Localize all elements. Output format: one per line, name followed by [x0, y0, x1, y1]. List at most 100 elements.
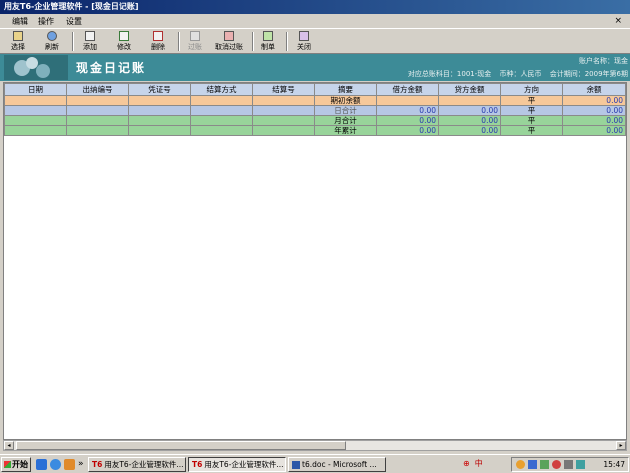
table-cell-balance[interactable]: 0.00: [562, 105, 626, 116]
table-cell[interactable]: [252, 95, 315, 106]
cancel-post-icon: [224, 31, 234, 41]
table-cell[interactable]: [128, 95, 191, 106]
table-cell[interactable]: [128, 115, 191, 126]
table-cell[interactable]: [4, 105, 67, 116]
table-row-monthly-total[interactable]: 月合计 0.00 0.00 平 0.00: [4, 115, 626, 126]
start-button[interactable]: 开始: [1, 457, 31, 472]
ime-mode-icon[interactable]: ⊕: [463, 459, 470, 468]
taskbar-item-t6[interactable]: T6 用友T6-企业管理软件...: [88, 457, 186, 472]
system-tray: 15:47: [511, 457, 629, 472]
column-header-date[interactable]: 日期: [4, 83, 67, 96]
table-cell-debit[interactable]: 0.00: [376, 125, 439, 136]
select-button[interactable]: 选择: [6, 31, 30, 53]
table-cell-debit[interactable]: [376, 95, 439, 106]
cancel-post-button[interactable]: 取消过账: [210, 31, 248, 53]
column-header-credit[interactable]: 贷方金额: [438, 83, 501, 96]
t6-app-icon: T6: [192, 460, 203, 469]
tray-qq-icon[interactable]: [516, 460, 525, 469]
table-cell[interactable]: [66, 115, 129, 126]
close-button[interactable]: 关闭: [292, 31, 316, 53]
start-label: 开始: [12, 460, 28, 469]
column-header-settlement-no[interactable]: 结算号: [252, 83, 315, 96]
column-header-debit[interactable]: 借方金额: [376, 83, 439, 96]
table-cell[interactable]: [4, 95, 67, 106]
refresh-button[interactable]: 刷新: [40, 31, 64, 53]
scroll-right-arrow-icon[interactable]: ▸: [616, 441, 626, 450]
table-cell[interactable]: [252, 105, 315, 116]
table-cell-debit[interactable]: 0.00: [376, 105, 439, 116]
table-row-yearly-total[interactable]: 年累计 0.00 0.00 平 0.00: [4, 125, 626, 136]
table-cell[interactable]: [190, 125, 253, 136]
taskbar-item-label: 用友T6-企业管理软件...: [204, 460, 284, 469]
toolbar: 选择 刷新 添加 修改 删除 过账 取消过账 制单 关闭: [0, 29, 630, 54]
internet-explorer-icon[interactable]: [50, 459, 61, 470]
table-cell-balance[interactable]: 0.00: [562, 125, 626, 136]
scroll-left-arrow-icon[interactable]: ◂: [4, 441, 14, 450]
edit-button[interactable]: 修改: [112, 31, 136, 53]
post-button-label: 过账: [188, 43, 202, 51]
table-cell-summary[interactable]: 月合计: [314, 115, 377, 126]
make-voucher-button[interactable]: 制单: [256, 31, 280, 53]
tray-volume-icon[interactable]: [564, 460, 573, 469]
table-cell[interactable]: [190, 105, 253, 116]
table-cell[interactable]: [4, 125, 67, 136]
table-cell-credit[interactable]: 0.00: [438, 115, 501, 126]
table-cell-direction[interactable]: 平: [500, 95, 563, 106]
clock[interactable]: 15:47: [603, 459, 625, 471]
table-cell-credit[interactable]: 0.00: [438, 105, 501, 116]
table-cell[interactable]: [66, 125, 129, 136]
horizontal-scrollbar[interactable]: ◂ ▸: [3, 440, 627, 451]
table-row-opening-balance[interactable]: 期初余额 平 0.00: [4, 95, 626, 106]
table-cell[interactable]: [252, 125, 315, 136]
table-cell[interactable]: [66, 105, 129, 116]
tray-antivirus-icon[interactable]: [552, 460, 561, 469]
table-cell-credit[interactable]: 0.00: [438, 125, 501, 136]
ime-chinese-label[interactable]: 中: [475, 459, 483, 468]
table-cell-direction[interactable]: 平: [500, 115, 563, 126]
tray-network-icon[interactable]: [528, 460, 537, 469]
tray-app-icon[interactable]: [540, 460, 549, 469]
taskbar-item-t6-active[interactable]: T6 用友T6-企业管理软件...: [188, 457, 286, 472]
table-row-daily-total[interactable]: 日合计 0.00 0.00 平 0.00: [4, 105, 626, 116]
add-button[interactable]: 添加: [78, 31, 102, 53]
table-cell[interactable]: [128, 105, 191, 116]
column-header-settlement-method[interactable]: 结算方式: [190, 83, 253, 96]
column-header-voucher-no[interactable]: 凭证号: [128, 83, 191, 96]
column-header-cashier-no[interactable]: 出纳编号: [66, 83, 129, 96]
windows-logo-icon: [4, 461, 11, 468]
table-cell-debit[interactable]: 0.00: [376, 115, 439, 126]
menu-settings[interactable]: 设置: [66, 16, 82, 27]
column-header-summary[interactable]: 摘要: [314, 83, 377, 96]
close-document-icon[interactable]: ×: [614, 16, 622, 27]
ledger-grid[interactable]: 日期 出纳编号 凭证号 结算方式 结算号 摘要 借方金额 贷方金额 方向 余额 …: [3, 82, 627, 440]
table-cell-summary[interactable]: 期初余额: [314, 95, 377, 106]
show-desktop-icon[interactable]: [36, 459, 47, 470]
table-cell[interactable]: [66, 95, 129, 106]
menu-operate[interactable]: 操作: [38, 16, 54, 27]
quicklaunch-chevron-icon[interactable]: »: [78, 458, 84, 470]
table-cell-balance[interactable]: 0.00: [562, 95, 626, 106]
table-cell[interactable]: [4, 115, 67, 126]
delete-icon: [153, 31, 163, 41]
delete-button[interactable]: 删除: [146, 31, 170, 53]
column-header-balance[interactable]: 余额: [562, 83, 626, 96]
t6-app-icon: T6: [92, 460, 103, 469]
table-cell-summary[interactable]: 年累计: [314, 125, 377, 136]
tray-misc-icon[interactable]: [576, 460, 585, 469]
table-cell[interactable]: [190, 95, 253, 106]
scrollbar-thumb[interactable]: [16, 441, 346, 450]
table-cell-balance[interactable]: 0.00: [562, 115, 626, 126]
table-cell-direction[interactable]: 平: [500, 125, 563, 136]
ime-indicator[interactable]: ⊕ 中: [463, 458, 488, 469]
table-cell[interactable]: [128, 125, 191, 136]
table-cell-direction[interactable]: 平: [500, 105, 563, 116]
menu-edit[interactable]: 编辑: [12, 16, 28, 27]
table-cell-summary[interactable]: 日合计: [314, 105, 377, 116]
account-info: 对应总账科目：1001-现金 币种：人民币 会计期间：2009年第6期: [402, 69, 628, 79]
qq-icon[interactable]: [64, 459, 75, 470]
table-cell[interactable]: [252, 115, 315, 126]
table-cell[interactable]: [190, 115, 253, 126]
column-header-direction[interactable]: 方向: [500, 83, 563, 96]
taskbar-item-word[interactable]: t6.doc - Microsoft ...: [288, 457, 386, 472]
table-cell-credit[interactable]: [438, 95, 501, 106]
